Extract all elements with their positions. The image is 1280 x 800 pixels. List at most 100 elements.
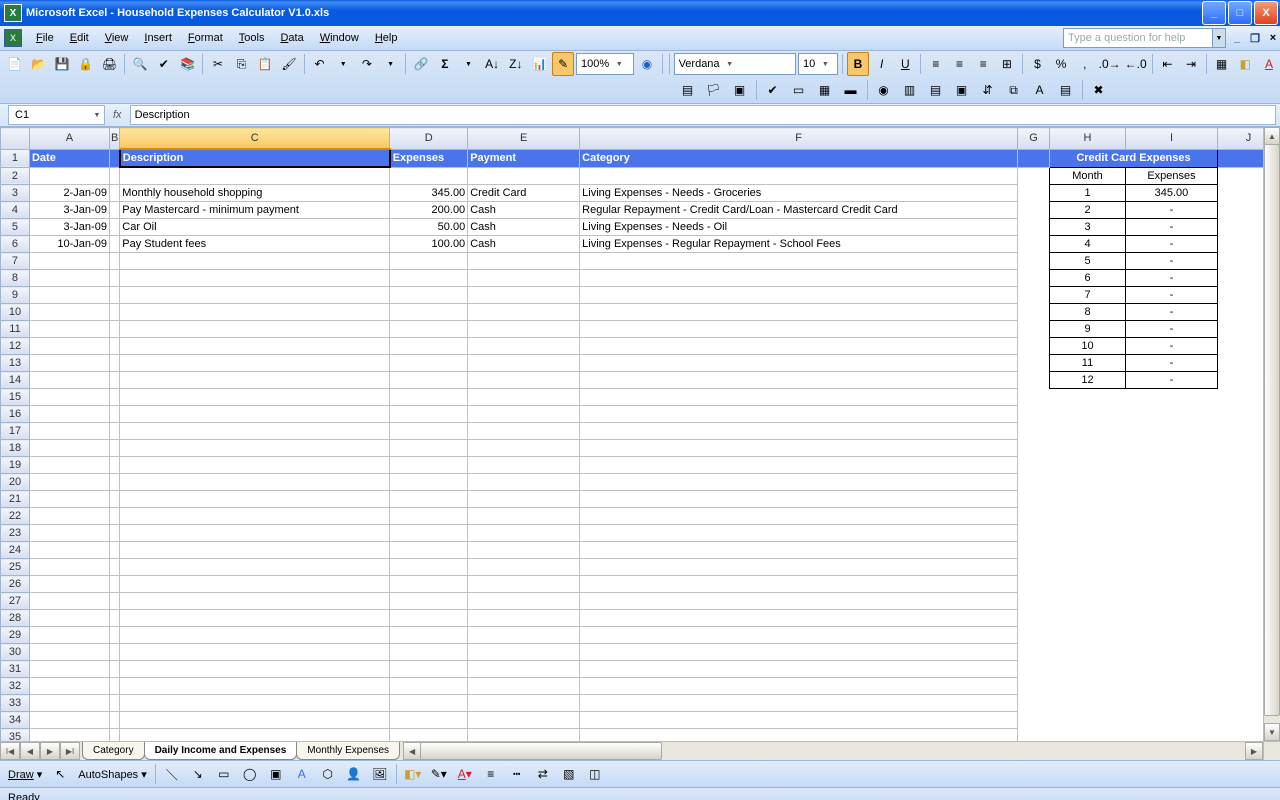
cell-C26[interactable] (120, 576, 390, 593)
copy-icon[interactable]: ⎘ (231, 52, 253, 76)
cell-F21[interactable] (580, 491, 1018, 508)
cell-A23[interactable] (29, 525, 109, 542)
cell-A4[interactable]: 3-Jan-09 (29, 202, 109, 219)
scroll-right-icon[interactable]: ▶ (1245, 742, 1263, 760)
cell-E7[interactable] (468, 253, 580, 270)
cell-E3[interactable]: Credit Card (468, 185, 580, 202)
merge-center-icon[interactable]: ⊞ (996, 52, 1018, 76)
tool-3-icon[interactable]: ▣ (728, 78, 752, 102)
cell-C20[interactable] (120, 474, 390, 491)
cell-C16[interactable] (120, 406, 390, 423)
cell-A35[interactable] (29, 729, 109, 742)
cell-F4[interactable]: Regular Repayment - Credit Card/Loan - M… (580, 202, 1018, 219)
row-header-8[interactable]: 8 (1, 270, 30, 287)
row-header-3[interactable]: 3 (1, 185, 30, 202)
row-header-25[interactable]: 25 (1, 559, 30, 576)
cell-E9[interactable] (468, 287, 580, 304)
cell-F9[interactable] (580, 287, 1018, 304)
permission-icon[interactable]: 🔒 (75, 52, 97, 76)
line-color-icon[interactable]: ✎▾ (427, 762, 451, 786)
cell-C31[interactable] (120, 661, 390, 678)
arrow-icon[interactable]: ↘ (186, 762, 210, 786)
row-header-31[interactable]: 31 (1, 661, 30, 678)
cell-A6[interactable]: 10-Jan-09 (29, 236, 109, 253)
bold-button[interactable]: B (847, 52, 869, 76)
row-header-26[interactable]: 26 (1, 576, 30, 593)
tool-1-icon[interactable]: ▤ (676, 78, 700, 102)
cell-F31[interactable] (580, 661, 1018, 678)
scroll-left-icon[interactable]: ◀ (403, 742, 421, 760)
sheet-tab-daily-income-and-expenses[interactable]: Daily Income and Expenses (144, 742, 298, 760)
tool-2-icon[interactable]: 🏳 (702, 78, 726, 102)
cell-C28[interactable] (120, 610, 390, 627)
paste-icon[interactable]: 📋 (255, 52, 277, 76)
percent-icon[interactable]: % (1050, 52, 1072, 76)
cell-F29[interactable] (580, 627, 1018, 644)
row-header-27[interactable]: 27 (1, 593, 30, 610)
row-header-23[interactable]: 23 (1, 525, 30, 542)
cell-D13[interactable] (390, 355, 468, 372)
redo-drop-icon[interactable]: ▼ (380, 52, 402, 76)
row-header-18[interactable]: 18 (1, 440, 30, 457)
cell-F23[interactable] (580, 525, 1018, 542)
cell-F10[interactable] (580, 304, 1018, 321)
cell-A20[interactable] (29, 474, 109, 491)
cell-E24[interactable] (468, 542, 580, 559)
draw-menu[interactable]: Draw ▾ (4, 768, 46, 781)
row-header-22[interactable]: 22 (1, 508, 30, 525)
cell-F24[interactable] (580, 542, 1018, 559)
cell-A27[interactable] (29, 593, 109, 610)
cell-C13[interactable] (120, 355, 390, 372)
row-header-29[interactable]: 29 (1, 627, 30, 644)
col-header-D[interactable]: D (390, 128, 468, 150)
cell-A22[interactable] (29, 508, 109, 525)
cell-A24[interactable] (29, 542, 109, 559)
cell-D19[interactable] (390, 457, 468, 474)
col-header-I[interactable]: I (1125, 128, 1217, 150)
cell-F20[interactable] (580, 474, 1018, 491)
cell-F34[interactable] (580, 712, 1018, 729)
cell-C8[interactable] (120, 270, 390, 287)
cell-C4[interactable]: Pay Mastercard - minimum payment (120, 202, 390, 219)
row-header-21[interactable]: 21 (1, 491, 30, 508)
formula-input[interactable]: Description (130, 105, 1276, 125)
cell-D5[interactable]: 50.00 (390, 219, 468, 236)
cell-F13[interactable] (580, 355, 1018, 372)
autosum-icon[interactable]: Σ (434, 52, 456, 76)
cell-E22[interactable] (468, 508, 580, 525)
cell-E33[interactable] (468, 695, 580, 712)
cell-F28[interactable] (580, 610, 1018, 627)
row-header-24[interactable]: 24 (1, 542, 30, 559)
open-icon[interactable]: 📂 (28, 52, 50, 76)
cell-C21[interactable] (120, 491, 390, 508)
cell-A28[interactable] (29, 610, 109, 627)
spreadsheet-grid[interactable]: ABCDEFGHIJ1DateDescriptionExpensesPaymen… (0, 127, 1280, 741)
cell-A11[interactable] (29, 321, 109, 338)
tool-16-icon[interactable]: ✖ (1087, 78, 1111, 102)
cell-A19[interactable] (29, 457, 109, 474)
cell-E11[interactable] (468, 321, 580, 338)
cell-D14[interactable] (390, 372, 468, 389)
cell-F14[interactable] (580, 372, 1018, 389)
increase-indent-icon[interactable]: ⇥ (1180, 52, 1202, 76)
row-header-20[interactable]: 20 (1, 474, 30, 491)
next-sheet-icon[interactable]: ▶ (40, 742, 60, 760)
row-header-14[interactable]: 14 (1, 372, 30, 389)
font-color-draw-icon[interactable]: A▾ (453, 762, 477, 786)
cell-D3[interactable]: 345.00 (390, 185, 468, 202)
currency-icon[interactable]: $ (1027, 52, 1049, 76)
oval-icon[interactable]: ◯ (238, 762, 262, 786)
row-header-7[interactable]: 7 (1, 253, 30, 270)
cell-F11[interactable] (580, 321, 1018, 338)
cell-C7[interactable] (120, 253, 390, 270)
cell-C15[interactable] (120, 389, 390, 406)
print-preview-icon[interactable]: 🔍 (129, 52, 151, 76)
col-header-C[interactable]: C (120, 128, 390, 150)
horizontal-scrollbar[interactable]: ◀ ▶ (403, 742, 1263, 760)
col-header-A[interactable]: A (29, 128, 109, 150)
tool-11-icon[interactable]: ▣ (950, 78, 974, 102)
row-header-10[interactable]: 10 (1, 304, 30, 321)
tool-9-icon[interactable]: ▥ (898, 78, 922, 102)
cell-A18[interactable] (29, 440, 109, 457)
menu-view[interactable]: View (97, 32, 137, 44)
